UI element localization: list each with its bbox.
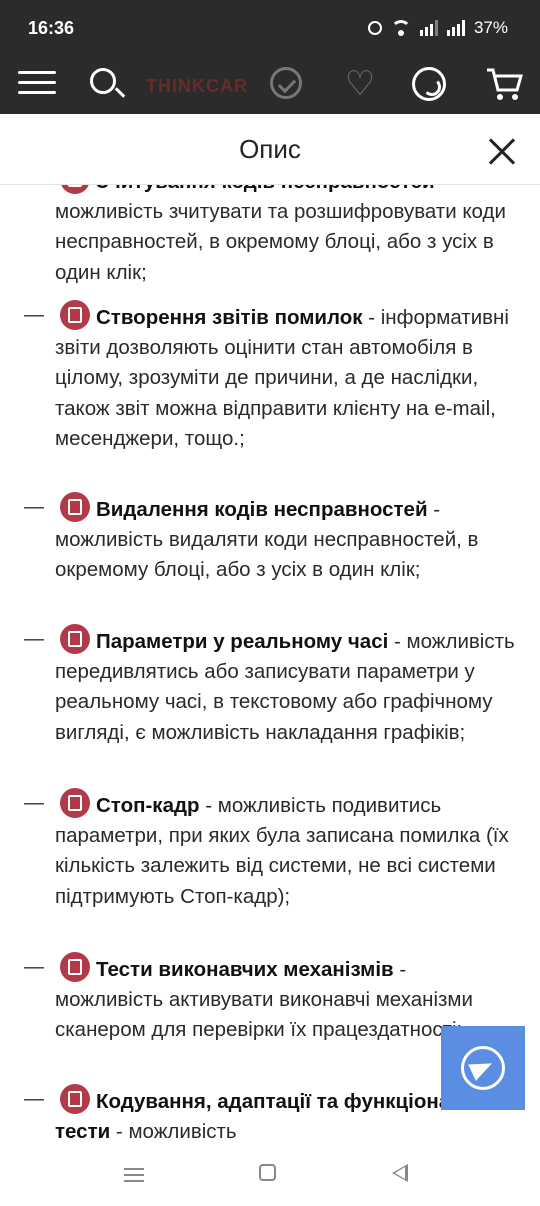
status-time: 16:36: [28, 18, 75, 38]
clock-icon: [60, 788, 90, 818]
list-dash: —: [24, 304, 44, 326]
status-bar: 16:36 37%: [0, 0, 540, 54]
home-icon[interactable]: [259, 1164, 276, 1181]
feature-description: можливість: [128, 1120, 237, 1144]
feature-text: Стоп-кадр - можливість подивитись параме…: [55, 788, 515, 912]
feature-text: Створення звітів помилок - інформативні …: [55, 300, 515, 454]
feature-title: Тести виконавчих механізмів: [96, 958, 394, 981]
modal-title: Опис: [239, 134, 301, 164]
back-icon[interactable]: [392, 1164, 408, 1182]
wifi-icon: [390, 20, 411, 36]
telegram-button[interactable]: [441, 1026, 525, 1110]
search-icon[interactable]: [88, 64, 128, 104]
recents-icon[interactable]: [124, 1164, 144, 1186]
feature-title: Створення звітів помилок: [96, 306, 363, 329]
brand-logo[interactable]: THINKCAR: [146, 76, 248, 97]
actuator-icon: [60, 952, 90, 982]
list-dash: —: [24, 1088, 44, 1110]
feature-item: — Видалення кодів несправностей - можлив…: [0, 492, 540, 586]
battery-level: 37%: [473, 18, 508, 37]
feature-description: можливість видаляти коди несправностей, …: [55, 528, 479, 582]
alarm-icon: [367, 21, 382, 35]
close-icon[interactable]: [488, 138, 516, 166]
list-dash: —: [24, 792, 44, 814]
feature-text: Видалення кодів несправностей - можливіс…: [55, 492, 515, 586]
list-dash: —: [24, 628, 44, 650]
feature-title: Видалення кодів несправностей: [96, 498, 428, 521]
heart-icon[interactable]: ♡: [340, 64, 380, 104]
list-dash: —: [24, 956, 44, 978]
app-header: THINKCAR ♡: [0, 54, 540, 114]
feature-item: — Параметри у реальному часі - можливіст…: [0, 624, 540, 748]
feature-description: можливість зчитувати та розшифровувати к…: [55, 200, 506, 284]
system-nav-bar: [0, 1146, 540, 1206]
report-icon: [60, 300, 90, 330]
menu-icon[interactable]: [18, 64, 56, 104]
feature-description: можливість активувати виконавчі механізм…: [55, 988, 473, 1042]
feature-title: Параметри у реальному часі: [96, 630, 389, 653]
list-dash: —: [24, 496, 44, 518]
coding-icon: [60, 1084, 90, 1114]
compare-icon[interactable]: [270, 64, 306, 104]
feature-item: — Створення звітів помилок - інформативн…: [0, 300, 540, 454]
feature-text: Параметри у реальному часі - можливість …: [55, 624, 515, 748]
chat-icon[interactable]: [412, 64, 452, 104]
signal-icon-2: [446, 20, 465, 36]
modal-header: Опис: [0, 114, 540, 185]
feature-item: — Стоп-кадр - можливість подивитись пара…: [0, 788, 540, 912]
signal-icon-1: [419, 20, 438, 36]
erase-icon: [60, 492, 90, 522]
graph-icon: [60, 624, 90, 654]
feature-title: Стоп-кадр: [96, 794, 200, 817]
description-content: Зчитування кодів несправностей - можливі…: [0, 160, 540, 1145]
cart-icon[interactable]: [484, 64, 524, 104]
